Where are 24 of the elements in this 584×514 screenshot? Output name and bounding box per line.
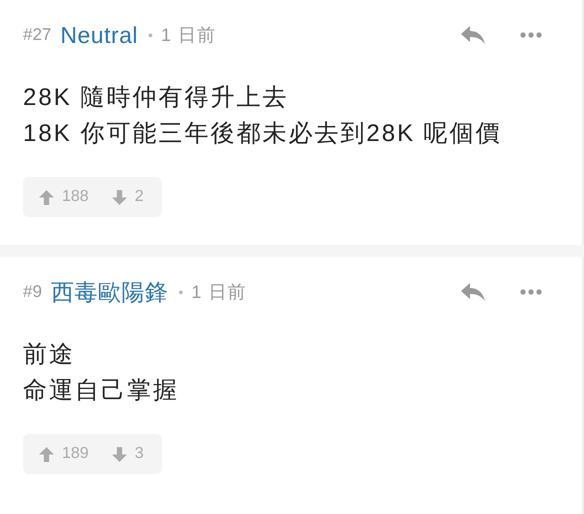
post-text-line: 前途	[23, 340, 76, 370]
upvote-icon[interactable]	[38, 188, 55, 206]
post-text-line: 命運自己掌握	[23, 376, 180, 406]
downvote-icon[interactable]	[110, 188, 128, 206]
upvote-icon[interactable]	[38, 446, 55, 462]
post-number: #27	[23, 24, 52, 46]
author-link[interactable]: 西毒歐陽鋒	[50, 274, 168, 310]
upvote-count: 188	[62, 187, 89, 207]
reply-icon[interactable]	[460, 282, 486, 302]
upvote-count: 189	[62, 444, 89, 464]
reply-icon[interactable]	[460, 25, 486, 45]
post-text-line: 18K 你可能三年後都未必去到28K 呢個價	[23, 119, 503, 149]
downvote-icon[interactable]	[110, 446, 128, 462]
post-number: #9	[23, 281, 42, 304]
author-link[interactable]: Neutral	[60, 18, 138, 52]
post-time: 1 日前	[191, 280, 246, 304]
post-text-line: 28K 隨時仲有得升上去	[23, 83, 290, 113]
downvote-count: 2	[134, 187, 144, 207]
more-icon[interactable]	[520, 32, 542, 38]
downvote-count: 3	[134, 444, 144, 464]
more-icon[interactable]	[520, 289, 542, 295]
separator-dot: •	[178, 282, 184, 302]
post-time: 1 日前	[160, 24, 216, 46]
separator-dot: •	[148, 26, 153, 44]
